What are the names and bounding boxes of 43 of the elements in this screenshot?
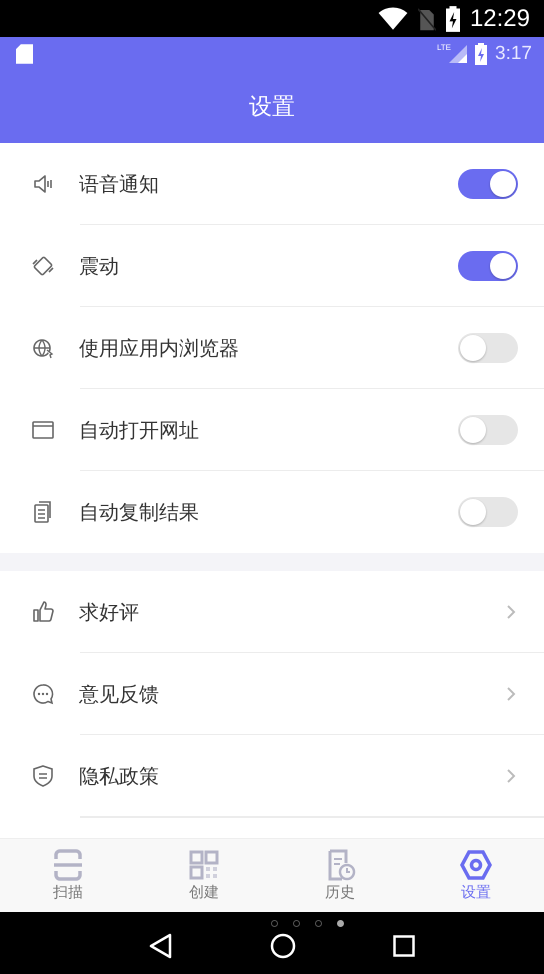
globe-cursor-icon (31, 336, 55, 360)
header-title: 设置 (249, 93, 295, 122)
nav-tab[interactable]: 扫描 (0, 839, 136, 912)
setting-label: 自动复制结果 (79, 498, 200, 526)
nav-tab[interactable]: 设置 (408, 839, 544, 912)
chat-bubble-icon (31, 682, 55, 706)
home-icon[interactable] (270, 933, 296, 959)
clock-time: 12:29 (470, 4, 530, 32)
sd-card-icon (16, 44, 33, 64)
nav-tab[interactable]: 创建 (136, 839, 272, 912)
speaker-icon (31, 172, 55, 196)
toggle-switch[interactable] (458, 497, 518, 527)
battery-charging-icon (446, 6, 460, 32)
toggle-switch[interactable] (458, 333, 518, 363)
phone-vibrate-icon (31, 254, 55, 278)
browser-window-icon (31, 418, 55, 442)
menu-item[interactable]: 隐私政策 (0, 735, 544, 817)
gear-icon (460, 849, 492, 881)
signal-icon (449, 44, 468, 62)
setting-label: 自动打开网址 (79, 416, 200, 444)
qr-code-icon (188, 849, 220, 881)
chevron-icon (506, 604, 516, 620)
toggle-switch[interactable] (458, 251, 518, 281)
thumbs-up-icon (31, 600, 55, 624)
nav-tab[interactable]: 历史 (272, 839, 408, 912)
clock-time: 3:17 (495, 42, 532, 64)
setting-label: 震动 (79, 252, 120, 280)
setting-label: 语音通知 (79, 170, 160, 198)
scan-icon (52, 849, 84, 881)
setting-label: 使用应用内浏览器 (79, 334, 240, 362)
menu-item[interactable]: 求好评 (0, 571, 544, 653)
chevron-icon (506, 686, 516, 702)
network-type-label: LTE (436, 43, 452, 52)
menu-item[interactable]: 意见反馈 (0, 653, 544, 735)
no-sim-icon (418, 6, 436, 30)
battery-charging-icon (475, 42, 488, 64)
shield-icon (31, 764, 55, 788)
chevron-icon (506, 768, 516, 784)
toggle-switch[interactable] (458, 169, 518, 199)
wifi-icon (378, 6, 408, 30)
recents-icon[interactable] (393, 935, 416, 957)
toggle-switch[interactable] (458, 415, 518, 445)
back-icon[interactable] (148, 933, 173, 959)
